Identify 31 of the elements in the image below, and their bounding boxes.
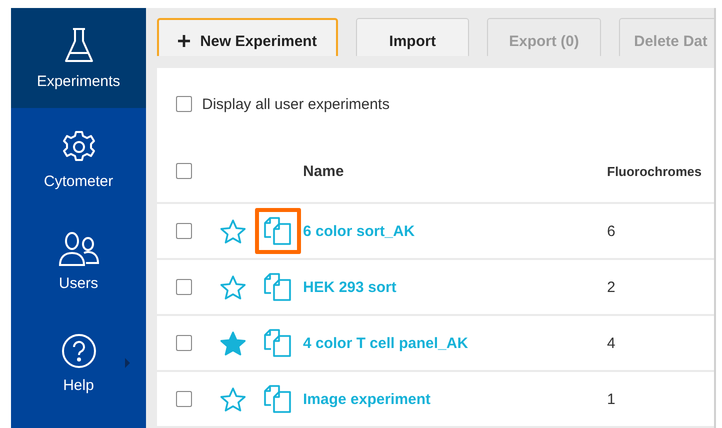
sidebar-item[interactable]: Users: [11, 210, 146, 312]
row-checkbox[interactable]: [176, 279, 192, 295]
new-experiment-button[interactable]: New Experiment: [157, 18, 338, 56]
checkbox-label: Display all user experiments: [202, 96, 390, 112]
star-icon[interactable]: [220, 330, 246, 356]
sidebar-item[interactable]: Experiments: [11, 8, 146, 108]
star-icon[interactable]: [220, 274, 246, 300]
plus-icon: [178, 35, 190, 47]
column-header: Name: [303, 162, 345, 180]
copy-icon[interactable]: [263, 217, 293, 245]
checkbox[interactable]: [176, 96, 192, 112]
toolbar-button[interactable]: Import: [356, 18, 469, 56]
table-cell: 2: [607, 278, 616, 296]
row-checkbox[interactable]: [176, 391, 192, 407]
copy-icon[interactable]: [263, 329, 293, 357]
table-cell: 6: [607, 222, 616, 240]
table-cell: 1: [607, 390, 616, 408]
copy-icon[interactable]: [263, 385, 293, 413]
row-checkbox[interactable]: [176, 223, 192, 239]
select-all-checkbox[interactable]: [176, 163, 192, 179]
users-icon: [58, 230, 100, 266]
table-cell: 4: [607, 334, 616, 352]
sidebar-item[interactable]: Help: [11, 312, 146, 414]
help-icon: [60, 332, 96, 368]
copy-icon[interactable]: [263, 273, 293, 301]
column-header: Fluorochromes: [607, 164, 702, 178]
star-icon[interactable]: [220, 386, 246, 412]
row-checkbox[interactable]: [176, 335, 192, 351]
star-icon[interactable]: [220, 218, 246, 244]
sidebar-item[interactable]: Cytometer: [11, 108, 146, 210]
flask-icon: [64, 26, 94, 64]
